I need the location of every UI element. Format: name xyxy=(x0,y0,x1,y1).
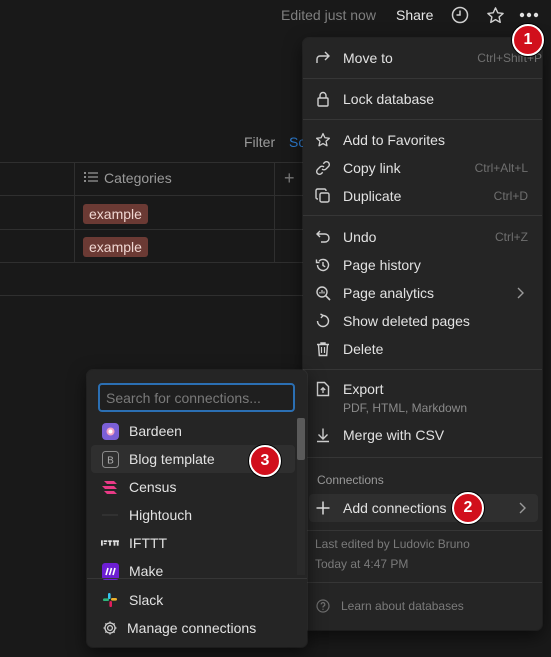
step-marker-2: 2 xyxy=(452,492,484,524)
chevron-right-icon xyxy=(516,286,524,304)
divider xyxy=(0,195,310,196)
menu-item-lock-database[interactable]: Lock database xyxy=(303,85,542,113)
analytics-search-icon xyxy=(315,285,331,301)
step-marker-3: 3 xyxy=(249,445,281,477)
connection-item-make[interactable]: Make xyxy=(91,557,295,585)
connection-item-census[interactable]: Census xyxy=(91,473,295,501)
column-header-categories[interactable]: Categories xyxy=(84,170,172,186)
manage-connections-button[interactable]: Manage connections xyxy=(91,614,295,642)
share-button[interactable]: Share xyxy=(396,7,433,23)
column-header-label: Categories xyxy=(104,170,172,186)
menu-item-delete[interactable]: Delete xyxy=(303,335,542,363)
history-icon xyxy=(315,257,331,273)
clock-icon[interactable] xyxy=(449,4,471,26)
gear-icon xyxy=(101,619,119,637)
divider xyxy=(303,457,542,458)
menu-item-undo[interactable]: Undo Ctrl+Z xyxy=(303,223,542,251)
divider xyxy=(303,78,542,79)
export-icon xyxy=(315,381,331,397)
edited-status: Edited just now xyxy=(281,7,376,23)
trash-icon xyxy=(315,341,331,357)
blog-template-icon: B xyxy=(101,450,119,468)
divider xyxy=(274,162,275,262)
category-tag[interactable]: example xyxy=(83,204,148,224)
divider xyxy=(0,162,310,163)
menu-item-add-connections[interactable]: Add connections xyxy=(309,494,538,522)
arrow-turn-right-icon xyxy=(315,50,331,66)
menu-item-duplicate[interactable]: Duplicate Ctrl+D xyxy=(303,182,542,210)
star-icon[interactable] xyxy=(484,4,506,26)
connection-item-bardeen[interactable]: Bardeen xyxy=(91,417,295,445)
ifttt-icon xyxy=(101,534,119,552)
chevron-right-icon xyxy=(518,501,526,519)
learn-about-databases-link[interactable]: Learn about databases xyxy=(303,592,542,620)
menu-item-add-to-favorites[interactable]: Add to Favorites xyxy=(303,126,542,154)
more-icon[interactable] xyxy=(518,4,540,26)
scrollbar-thumb[interactable] xyxy=(297,418,305,460)
export-formats: PDF, HTML, Markdown xyxy=(343,401,468,415)
menu-item-copy-link[interactable]: Copy link Ctrl+Alt+L xyxy=(303,154,542,182)
category-tag[interactable]: example xyxy=(83,237,148,257)
add-column-button[interactable]: + xyxy=(284,168,295,189)
menu-item-show-deleted-pages[interactable]: Show deleted pages xyxy=(303,307,542,335)
census-icon xyxy=(101,478,119,496)
menu-item-merge-with-csv[interactable]: Merge with CSV xyxy=(303,421,542,449)
list-icon xyxy=(84,170,98,186)
search-connections-input[interactable] xyxy=(98,383,295,412)
divider xyxy=(0,295,310,296)
hightouch-icon xyxy=(101,506,119,524)
last-edited-by: Last edited by Ludovic Bruno xyxy=(315,537,470,551)
bardeen-icon xyxy=(101,422,119,440)
undo-icon xyxy=(315,229,331,245)
divider xyxy=(303,215,542,216)
plus-icon xyxy=(315,500,331,516)
divider xyxy=(303,119,542,120)
divider xyxy=(0,229,310,230)
link-icon xyxy=(315,160,331,176)
connections-section-label: Connections xyxy=(317,473,384,487)
slack-icon xyxy=(101,591,119,609)
more-menu: Move to Ctrl+Shift+P Lock database Add t… xyxy=(303,38,542,630)
divider xyxy=(87,578,307,579)
last-edited-time: Today at 4:47 PM xyxy=(315,557,409,571)
download-arrow-icon xyxy=(315,427,331,443)
svg-text:B: B xyxy=(107,455,114,466)
star-icon xyxy=(315,132,331,148)
filter-button[interactable]: Filter xyxy=(244,134,275,150)
connection-item-hightouch[interactable]: Hightouch xyxy=(91,501,295,529)
menu-item-page-analytics[interactable]: Page analytics xyxy=(303,279,542,307)
connection-item-ifttt[interactable]: IFTTT xyxy=(91,529,295,557)
duplicate-icon xyxy=(315,188,331,204)
menu-item-move-to[interactable]: Move to Ctrl+Shift+P xyxy=(303,44,542,72)
connection-item-slack[interactable]: Slack xyxy=(91,586,295,614)
help-icon xyxy=(315,598,331,614)
top-bar: Edited just now Share xyxy=(0,0,551,32)
connections-submenu: Bardeen B Blog template Census Hightouch… xyxy=(87,370,307,647)
menu-item-page-history[interactable]: Page history xyxy=(303,251,542,279)
restore-icon xyxy=(315,313,331,329)
divider xyxy=(303,582,542,583)
step-marker-1: 1 xyxy=(512,24,544,56)
divider xyxy=(0,262,310,263)
divider xyxy=(74,162,75,262)
lock-icon xyxy=(315,91,331,107)
divider xyxy=(303,530,542,531)
menu-item-export[interactable]: Export xyxy=(303,375,542,403)
divider xyxy=(303,369,542,370)
